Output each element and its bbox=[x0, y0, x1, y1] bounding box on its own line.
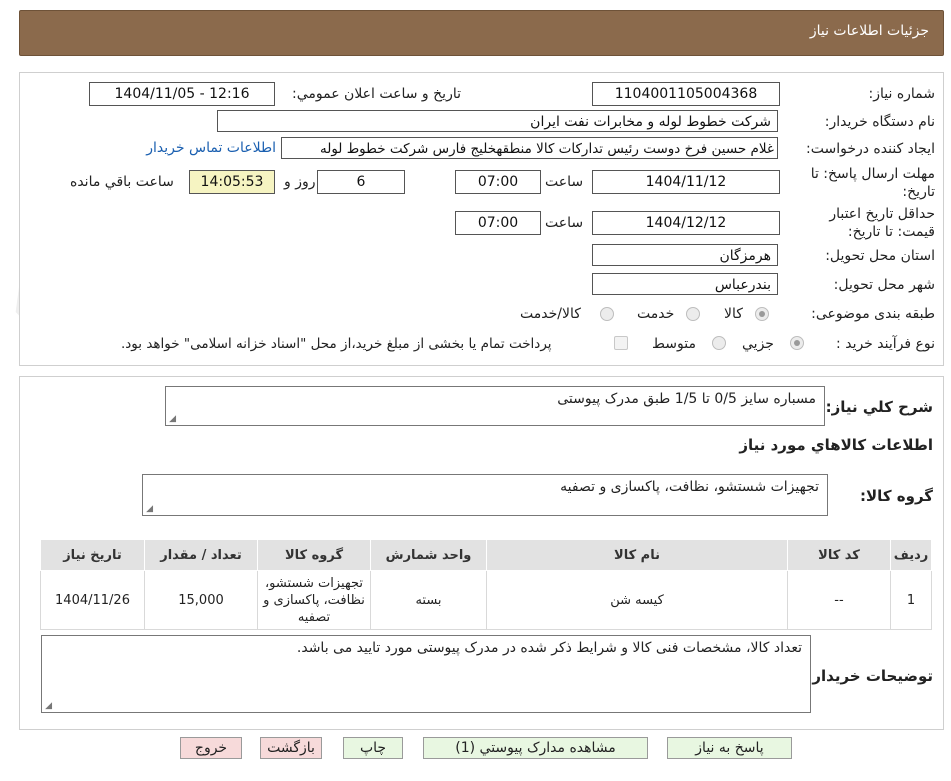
validity-date-field: 1404/12/12 bbox=[592, 211, 780, 235]
page-header: جزئيات اطلاعات نياز bbox=[19, 10, 944, 56]
summary-label: شرح کلي نياز: bbox=[825, 398, 933, 416]
category-radio-goods[interactable] bbox=[755, 307, 769, 321]
cell-unit: بسته bbox=[370, 570, 487, 630]
category-label: طبقه بندی موضوعی: bbox=[811, 306, 935, 322]
deadline-time-field: 07:00 bbox=[455, 170, 541, 194]
col-name: نام کالا bbox=[486, 539, 788, 571]
category-radio-goods-service[interactable] bbox=[600, 307, 614, 321]
attachments-button[interactable]: مشاهده مدارک پيوستي (1) bbox=[423, 737, 648, 759]
payment-note: پرداخت تمام يا بخشی از مبلغ خريد،از محل … bbox=[121, 336, 552, 352]
back-button[interactable]: بازگشت bbox=[260, 737, 322, 759]
validity-label-2: قيمت: تا تاريخ: bbox=[847, 224, 935, 240]
announce-field: 1404/11/05 - 12:16 bbox=[89, 82, 275, 106]
category-option-service: خدمت bbox=[637, 306, 675, 322]
cell-row: 1 bbox=[890, 570, 932, 630]
deadline-label: مهلت ارسال پاسخ: تا bbox=[810, 166, 935, 182]
remaining-label: ساعت باقي مانده bbox=[70, 174, 174, 190]
exit-button[interactable]: خروج bbox=[180, 737, 242, 759]
table-row: 1 -- کیسه شن بسته تجهیزات شستشو، نظافت، … bbox=[40, 570, 932, 630]
process-label: نوع فرآيند خريد : bbox=[836, 336, 935, 352]
col-unit: واحد شمارش bbox=[370, 539, 487, 571]
print-button[interactable]: چاپ bbox=[343, 737, 403, 759]
process-option-minor: جزیي bbox=[742, 336, 774, 352]
deadline-label-2: تاريخ: bbox=[902, 184, 935, 200]
group-label: گروه کالا: bbox=[860, 487, 933, 505]
process-option-medium: متوسط bbox=[652, 336, 696, 352]
table-header-row: رديف کد کالا نام کالا واحد شمارش گروه کا… bbox=[40, 539, 932, 571]
buyer-org-field: شرکت خطوط لوله و مخابرات نفت ايران bbox=[217, 110, 778, 132]
col-code: کد کالا bbox=[787, 539, 891, 571]
cell-name: کیسه شن bbox=[486, 570, 788, 630]
col-row: رديف bbox=[890, 539, 932, 571]
need-number-field: 1104001105004368 bbox=[592, 82, 780, 106]
requester-field: غلام حسین فرخ دوست رئیس تدارکات کالا منط… bbox=[281, 137, 778, 159]
category-option-goods: کالا bbox=[724, 306, 743, 322]
summary-text: مسباره سایز 0/5 تا 1/5 طبق مدرک پیوستی bbox=[557, 391, 816, 407]
province-label: استان محل تحويل: bbox=[825, 248, 935, 264]
col-group: گروه کالا bbox=[257, 539, 371, 571]
deadline-date-field: 1404/11/12 bbox=[592, 170, 780, 194]
process-radio-medium[interactable] bbox=[712, 336, 726, 350]
resize-grip-icon[interactable]: ◢ bbox=[145, 505, 153, 514]
resize-grip-icon[interactable]: ◢ bbox=[44, 702, 52, 711]
validity-label: حداقل تاريخ اعتبار bbox=[829, 206, 935, 222]
process-radio-minor[interactable] bbox=[790, 336, 804, 350]
group-text: تجهیزات شستشو، نظافت، پاکسازی و تصفیه bbox=[560, 479, 819, 495]
resize-grip-icon[interactable]: ◢ bbox=[168, 415, 176, 424]
cell-code: -- bbox=[787, 570, 891, 630]
group-field: تجهیزات شستشو، نظافت، پاکسازی و تصفیه ◢ bbox=[142, 474, 828, 516]
treasury-checkbox[interactable] bbox=[614, 336, 628, 350]
buyer-notes-label: توضيحات خريدار: bbox=[806, 667, 933, 685]
category-radio-service[interactable] bbox=[686, 307, 700, 321]
category-option-goods-service: کالا/خدمت bbox=[520, 306, 581, 322]
buyer-org-label: نام دستگاه خريدار: bbox=[824, 114, 935, 130]
summary-field: مسباره سایز 0/5 تا 1/5 طبق مدرک پیوستی ◢ bbox=[165, 386, 825, 426]
validity-time-label: ساعت bbox=[545, 215, 584, 231]
city-label: شهر محل تحويل: bbox=[833, 277, 935, 293]
page-title: جزئيات اطلاعات نياز bbox=[809, 23, 929, 39]
cell-date: 1404/11/26 bbox=[40, 570, 145, 630]
col-qty: تعداد / مقدار bbox=[144, 539, 258, 571]
announce-label: تاريخ و ساعت اعلان عمومي: bbox=[292, 86, 461, 102]
requester-label: ايجاد کننده درخواست: bbox=[806, 141, 935, 157]
validity-time-field: 07:00 bbox=[455, 211, 541, 235]
city-field: بندرعباس bbox=[592, 273, 778, 295]
items-table: رديف کد کالا نام کالا واحد شمارش گروه کا… bbox=[40, 539, 932, 630]
days-label: روز و bbox=[284, 174, 316, 190]
items-heading: اطلاعات کالاهاي مورد نياز bbox=[739, 436, 933, 454]
days-field: 6 bbox=[317, 170, 405, 194]
province-field: هرمزگان bbox=[592, 244, 778, 266]
cell-group: تجهیزات شستشو، نظافت، پاکسازی و تصفیه bbox=[257, 570, 371, 630]
buyer-notes-text: تعداد کالا، مشخصات فنی کالا و شرايط ذکر … bbox=[296, 640, 802, 656]
remaining-time-field: 14:05:53 bbox=[189, 170, 275, 194]
buyer-notes-field: تعداد کالا، مشخصات فنی کالا و شرايط ذکر … bbox=[41, 635, 811, 713]
deadline-time-label: ساعت bbox=[545, 174, 584, 190]
need-number-label: شماره نياز: bbox=[868, 86, 936, 102]
buyer-contact-link[interactable]: اطلاعات تماس خريدار bbox=[146, 140, 276, 156]
reply-button[interactable]: پاسخ به نياز bbox=[667, 737, 792, 759]
cell-qty: 15,000 bbox=[144, 570, 258, 630]
col-date: تاريخ نياز bbox=[40, 539, 145, 571]
